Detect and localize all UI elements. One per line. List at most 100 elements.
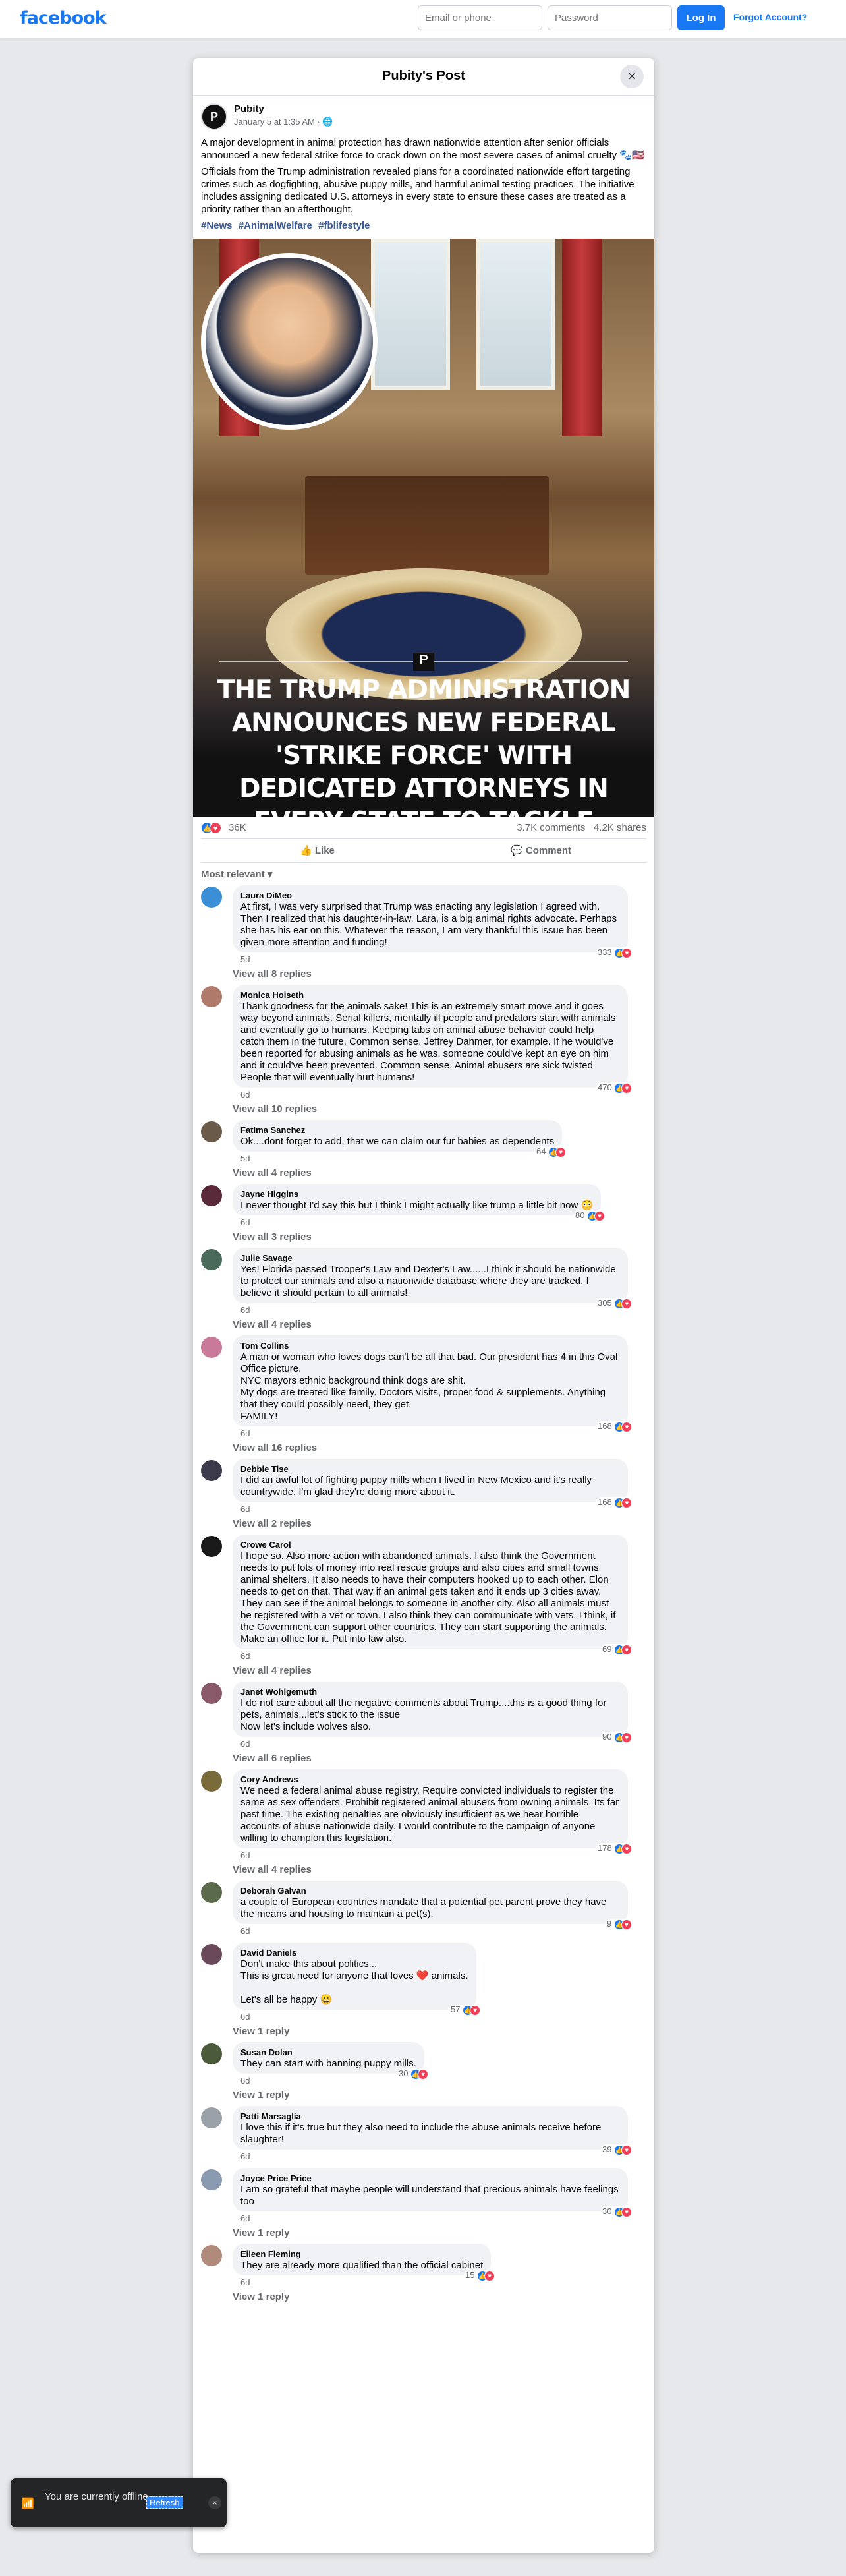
comment-author[interactable]: Fatima Sanchez — [240, 1125, 554, 1136]
view-replies-link[interactable]: View all 16 replies — [233, 1442, 646, 1453]
comment-author[interactable]: Cory Andrews — [240, 1774, 620, 1785]
page-name[interactable]: Pubity — [234, 103, 264, 115]
comment-reactions[interactable]: 30 👍 ♥ — [397, 2068, 430, 2080]
comment-author[interactable]: Julie Savage — [240, 1253, 620, 1264]
view-replies-link[interactable]: View 1 reply — [233, 2291, 646, 2302]
comment-reactions[interactable]: 168 👍 ♥ — [596, 1497, 634, 1508]
comment-author[interactable]: Deborah Galvan — [240, 1886, 620, 1896]
view-replies-link[interactable]: View all 8 replies — [233, 968, 646, 980]
comment-reactions[interactable]: 30 👍 ♥ — [601, 2206, 634, 2217]
comment-time[interactable]: 6d — [233, 2277, 250, 2287]
view-replies-link[interactable]: View all 2 replies — [233, 1518, 646, 1529]
comment-reactions[interactable]: 39 👍 ♥ — [601, 2144, 634, 2155]
comment-author[interactable]: Joyce Price Price — [240, 2173, 620, 2184]
page-avatar[interactable]: P — [201, 103, 227, 130]
view-replies-link[interactable]: View 1 reply — [233, 2026, 646, 2037]
commenter-avatar[interactable] — [201, 1121, 222, 1142]
commenter-avatar[interactable] — [201, 1249, 222, 1270]
comment-time[interactable]: 6d — [233, 2152, 250, 2161]
commenter-avatar[interactable] — [201, 2043, 222, 2064]
comment-time[interactable]: 5d — [233, 1154, 250, 1163]
commenter-avatar[interactable] — [201, 1683, 222, 1704]
commenter-avatar[interactable] — [201, 1882, 222, 1903]
view-replies-link[interactable]: View all 4 replies — [233, 1864, 646, 1875]
commenter-avatar[interactable] — [201, 1944, 222, 1965]
comment-reactions[interactable]: 470 👍 ♥ — [596, 1082, 634, 1094]
comment-time[interactable]: 6d — [233, 1850, 250, 1860]
comment-reactions[interactable]: 333 👍 ♥ — [596, 947, 634, 958]
comment-time[interactable]: 6d — [233, 1217, 250, 1227]
comment-author[interactable]: Laura DiMeo — [240, 891, 620, 901]
comment-sort-dropdown[interactable]: Most relevant ▾ — [201, 868, 646, 880]
hashtag-link[interactable]: #AnimalWelfare — [239, 220, 312, 231]
comment-button[interactable]: 💬 Comment — [511, 844, 571, 856]
refresh-button[interactable]: Refresh — [146, 2496, 183, 2509]
comment-author[interactable]: Crowe Carol — [240, 1540, 620, 1550]
hashtag-link[interactable]: #fblifestyle — [318, 220, 370, 231]
commenter-avatar[interactable] — [201, 1185, 222, 1206]
comment-time[interactable]: 6d — [233, 1926, 250, 1936]
comment-author[interactable]: Tom Collins — [240, 1341, 620, 1351]
comments-count[interactable]: 3.7K comments — [517, 822, 585, 833]
commenter-avatar[interactable] — [201, 1771, 222, 1792]
comment-author[interactable]: David Daniels — [240, 1948, 468, 1958]
view-replies-link[interactable]: View all 6 replies — [233, 1753, 646, 1764]
post-timestamp[interactable]: January 5 at 1:35 AM · 🌐 — [234, 117, 333, 127]
view-replies-link[interactable]: View 1 reply — [233, 2227, 646, 2239]
comment-time[interactable]: 6d — [233, 1504, 250, 1514]
post-image[interactable]: P THE TRUMP ADMINISTRATION ANNOUNCES NEW… — [193, 239, 654, 817]
login-button[interactable]: Log In — [677, 5, 725, 30]
comment-author[interactable]: Jayne Higgins — [240, 1189, 593, 1200]
facebook-logo[interactable]: facebook — [20, 8, 107, 28]
comment-reactions[interactable]: 90 👍 ♥ — [601, 1732, 634, 1743]
close-toast-button[interactable]: × — [208, 2496, 221, 2509]
close-dialog-button[interactable]: × — [620, 65, 644, 88]
comment-author[interactable]: Susan Dolan — [240, 2047, 416, 2058]
password-field[interactable] — [548, 5, 672, 30]
like-button[interactable]: 👍 Like — [300, 844, 335, 856]
commenter-avatar[interactable] — [201, 986, 222, 1007]
reaction-icons[interactable]: 👍 ♥ — [201, 822, 221, 834]
view-replies-link[interactable]: View all 3 replies — [233, 1231, 646, 1243]
comment-reactions[interactable]: 57 👍 ♥ — [449, 2005, 482, 2016]
view-replies-link[interactable]: View all 4 replies — [233, 1167, 646, 1179]
comment-author[interactable]: Eileen Fleming — [240, 2249, 483, 2260]
comment-reactions[interactable]: 9 👍 ♥ — [606, 1919, 633, 1930]
commenter-avatar[interactable] — [201, 1460, 222, 1481]
comment-reactions[interactable]: 80 👍 ♥ — [574, 1210, 607, 1221]
view-replies-link[interactable]: View all 10 replies — [233, 1103, 646, 1115]
shares-count[interactable]: 4.2K shares — [594, 822, 646, 833]
view-replies-link[interactable]: View 1 reply — [233, 2090, 646, 2101]
comment-author[interactable]: Monica Hoiseth — [240, 990, 620, 1001]
comment-author[interactable]: Janet Wohlgemuth — [240, 1687, 620, 1697]
commenter-avatar[interactable] — [201, 2169, 222, 2190]
comment-time[interactable]: 6d — [233, 2213, 250, 2223]
view-replies-link[interactable]: View all 4 replies — [233, 1665, 646, 1676]
comment-time[interactable]: 6d — [233, 2076, 250, 2086]
forgot-account-link[interactable]: Forgot Account? — [733, 12, 807, 22]
comment-reactions[interactable]: 178 👍 ♥ — [596, 1843, 634, 1854]
comment-time[interactable]: 6d — [233, 1651, 250, 1661]
comment-time[interactable]: 6d — [233, 1090, 250, 1099]
comment-reactions[interactable]: 305 👍 ♥ — [596, 1298, 634, 1309]
commenter-avatar[interactable] — [201, 887, 222, 908]
comment-author[interactable]: Patti Marsaglia — [240, 2111, 620, 2122]
commenter-avatar[interactable] — [201, 1337, 222, 1358]
comment-reactions[interactable]: 69 👍 ♥ — [601, 1644, 634, 1655]
comment-reactions[interactable]: 168 👍 ♥ — [596, 1421, 634, 1432]
commenter-avatar[interactable] — [201, 2107, 222, 2128]
email-field[interactable] — [418, 5, 542, 30]
comment-reactions[interactable]: 15 👍 ♥ — [464, 2270, 497, 2281]
reaction-count[interactable]: 36K — [229, 822, 246, 833]
comment-time[interactable]: 6d — [233, 1428, 250, 1438]
comment-author[interactable]: Debbie Tise — [240, 1464, 620, 1475]
view-replies-link[interactable]: View all 4 replies — [233, 1319, 646, 1330]
comment-time[interactable]: 6d — [233, 1305, 250, 1315]
commenter-avatar[interactable] — [201, 2245, 222, 2266]
hashtag-link[interactable]: #News — [201, 220, 233, 231]
comment-time[interactable]: 5d — [233, 954, 250, 964]
comment-reactions[interactable]: 64 👍 ♥ — [535, 1146, 568, 1157]
commenter-avatar[interactable] — [201, 1536, 222, 1557]
comment-time[interactable]: 6d — [233, 1739, 250, 1749]
comment-time[interactable]: 6d — [233, 2012, 250, 2022]
